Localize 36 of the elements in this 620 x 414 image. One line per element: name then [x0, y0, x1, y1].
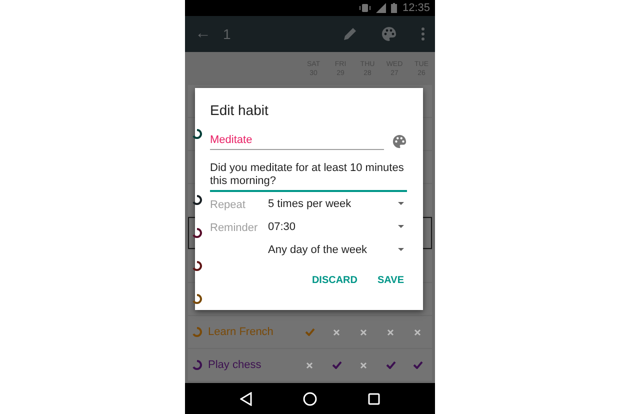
- palette-icon[interactable]: [381, 26, 397, 42]
- cross-icon[interactable]: [360, 362, 367, 368]
- more-menu-icon[interactable]: [421, 27, 425, 41]
- cross-icon[interactable]: [360, 328, 367, 336]
- home-circle-icon[interactable]: [302, 392, 317, 406]
- question-field[interactable]: Did you meditate for at least 10 minutes this morning?: [210, 162, 407, 192]
- checkmark-icon[interactable]: [386, 361, 396, 369]
- checkmark-icon[interactable]: [332, 361, 342, 369]
- palette-icon[interactable]: [392, 134, 407, 148]
- cross-icon[interactable]: [387, 328, 394, 336]
- pencil-icon[interactable]: [343, 27, 357, 41]
- dropdown[interactable]: Any day of the week: [268, 244, 407, 256]
- habit-row[interactable]: Play chess: [188, 349, 432, 381]
- field-label: Repeat: [210, 198, 246, 210]
- habit-name: Learn French: [208, 326, 274, 338]
- dialog-button[interactable]: SAVE: [378, 273, 404, 288]
- dropdown[interactable]: 5 times per week: [268, 198, 407, 210]
- dialog-title: Edit habit: [210, 102, 270, 118]
- battery-icon: [391, 3, 398, 13]
- cross-icon[interactable]: [414, 328, 421, 336]
- habit-name: Play chess: [208, 359, 262, 371]
- back-button[interactable]: ←: [195, 25, 211, 43]
- vibrate-icon: [359, 3, 372, 13]
- dropdown[interactable]: 07:30: [268, 220, 407, 232]
- signal-icon: [376, 3, 386, 13]
- name-field[interactable]: Meditate: [210, 132, 384, 150]
- back-triangle-icon[interactable]: [240, 392, 252, 406]
- toolbar-title: 1: [223, 26, 231, 42]
- dialog-button[interactable]: DISCARD: [312, 273, 358, 288]
- recents-square-icon[interactable]: [368, 392, 380, 404]
- field-label: Reminder: [210, 222, 258, 234]
- cross-icon[interactable]: [306, 362, 313, 368]
- checkmark-icon[interactable]: [412, 361, 422, 369]
- cross-icon[interactable]: [333, 328, 340, 336]
- clock-time: 12:35: [402, 2, 430, 14]
- checkmark-icon[interactable]: [304, 328, 314, 336]
